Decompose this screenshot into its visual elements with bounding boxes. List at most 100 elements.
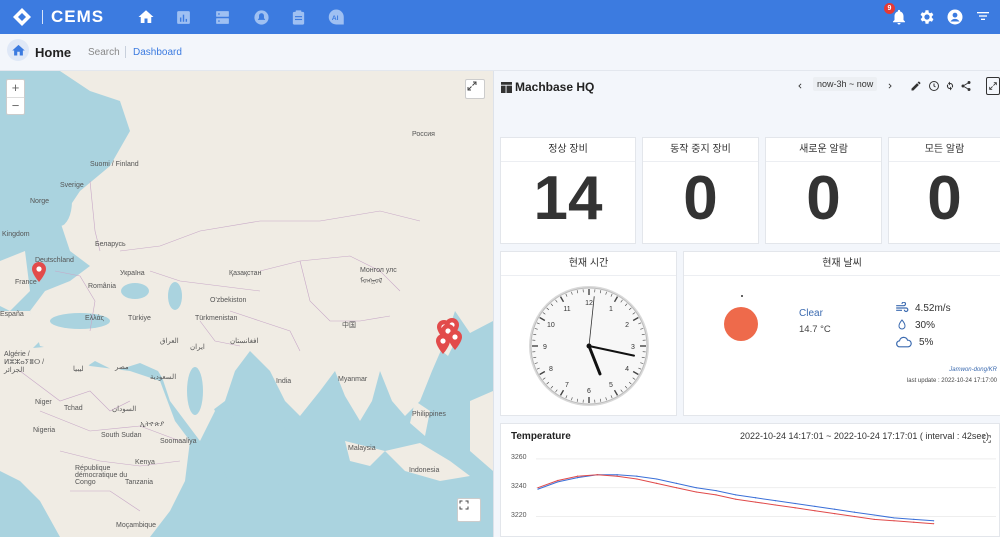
map-label: Türkiye xyxy=(128,315,151,322)
map-label: 中国 xyxy=(342,322,356,329)
nav-chart-icon[interactable] xyxy=(173,7,193,27)
temperature-chart-title: Temperature xyxy=(511,431,571,442)
temperature-data-point xyxy=(834,513,836,515)
weather-temperature: 14.7 °C xyxy=(799,324,831,335)
map-label: افغانستان xyxy=(230,338,259,345)
nav-home-icon[interactable] xyxy=(136,7,156,27)
map-label: السعودية xyxy=(150,374,177,381)
map-fullscreen-button[interactable] xyxy=(465,79,485,99)
temperature-data-point xyxy=(853,515,856,518)
stat-card-label: 정상 장비 xyxy=(501,138,635,162)
clock-numeral: 11 xyxy=(563,306,570,313)
device-map[interactable]: Россия Suomi / Finland Sverige Norge Kin… xyxy=(0,71,493,537)
map-label: Soomaaliya xyxy=(160,438,197,445)
map-label: Suomi / Finland xyxy=(90,161,139,168)
stat-card-value: 0 xyxy=(806,164,841,233)
temperature-data-point xyxy=(893,517,895,519)
map-label: Kingdom xyxy=(2,231,30,238)
sun-icon xyxy=(724,307,758,341)
nav-server-icon[interactable] xyxy=(212,7,232,27)
map-fit-bounds-button[interactable] xyxy=(457,498,481,522)
device-marker[interactable] xyxy=(32,262,46,282)
temperature-data-point xyxy=(695,487,697,489)
stat-card-stopped-devices: 동작 중지 장비 0 xyxy=(642,137,759,244)
user-account-icon[interactable] xyxy=(946,8,964,26)
temperature-data-point xyxy=(576,475,579,477)
map-label: مصر xyxy=(115,364,129,371)
stat-card-label: 새로운 알람 xyxy=(766,138,881,162)
temperature-data-point xyxy=(913,521,915,523)
y-tick-label: 3220 xyxy=(511,512,527,519)
nav-alarm-icon[interactable] xyxy=(251,7,271,27)
map-label: Algérie / ⵍⵣⵣⴰⵢⴻⵔ / الجزائر xyxy=(4,351,45,374)
clock-numeral: 6 xyxy=(587,388,591,395)
filter-menu-icon[interactable] xyxy=(975,8,993,26)
temperature-data-point xyxy=(794,507,796,509)
map-label: Россия xyxy=(412,131,435,138)
temperature-data-point xyxy=(675,482,678,484)
temperature-data-point xyxy=(636,478,638,480)
cloud-icon xyxy=(896,336,912,348)
temperature-data-point xyxy=(735,494,737,496)
map-label: Україна xyxy=(120,270,145,277)
map-label: Монгол улс ᠮᠣᠩᠭᠣᠯ xyxy=(360,267,397,285)
temperature-data-point xyxy=(814,505,816,507)
temperature-chart-range: 2022-10-24 14:17:01 ~ 2022-10-24 17:17:0… xyxy=(740,431,989,441)
weather-wind-row: 4.52m/s xyxy=(895,302,951,314)
time-clock-icon[interactable] xyxy=(927,79,941,93)
temperature-data-point xyxy=(933,520,935,522)
prev-range-chevron-icon[interactable] xyxy=(793,79,807,93)
map-label: العراق xyxy=(160,338,179,345)
temperature-data-point xyxy=(873,514,875,516)
temperature-data-point xyxy=(557,479,559,482)
svg-text:AI: AI xyxy=(332,15,339,22)
map-label: India xyxy=(276,378,292,385)
refresh-icon[interactable] xyxy=(943,79,957,93)
logo-divider xyxy=(42,10,43,24)
dashboard-fullscreen-icon[interactable] xyxy=(986,77,1000,95)
temperature-data-point xyxy=(735,498,737,500)
dashboard-icon xyxy=(501,82,512,93)
device-marker[interactable] xyxy=(436,334,450,354)
dashboard-title: Machbase HQ xyxy=(515,80,595,94)
breadcrumb-home-button[interactable] xyxy=(7,39,29,61)
next-range-chevron-icon[interactable] xyxy=(883,79,897,93)
temperature-data-point xyxy=(537,487,539,489)
stat-card-value: 0 xyxy=(927,164,962,233)
weather-last-update: last update : 2022-10-24 17:17:00 xyxy=(906,378,997,384)
droplet-icon xyxy=(898,319,906,330)
map-label: Norge xyxy=(30,198,50,205)
device-marker[interactable] xyxy=(448,330,462,350)
breadcrumb-dashboard-link[interactable]: Dashboard xyxy=(133,47,182,58)
map-label: O'zbekiston xyxy=(210,297,247,304)
weather-humidity-row: 30% xyxy=(895,319,935,331)
app-logo[interactable]: CEMS xyxy=(12,7,104,27)
clock-numeral: 10 xyxy=(547,322,555,329)
edit-pencil-icon[interactable] xyxy=(909,79,923,93)
nav-clipboard-icon[interactable] xyxy=(288,7,308,27)
clock-numeral: 7 xyxy=(565,382,569,389)
map-label: Moçambique xyxy=(116,522,157,529)
settings-gear-icon[interactable] xyxy=(918,8,936,26)
map-label: Indonesia xyxy=(409,467,440,474)
weather-humidity: 30% xyxy=(915,319,936,331)
chart-fullscreen-icon[interactable] xyxy=(982,431,992,443)
map-label: Беларусь xyxy=(95,241,126,248)
page-title: Home xyxy=(35,45,72,60)
temperature-chart-card: Temperature 2022-10-24 14:17:01 ~ 2022-1… xyxy=(500,423,1000,537)
nav-ai-icon[interactable]: AI xyxy=(327,7,347,27)
clock-center xyxy=(586,343,592,349)
notification-count-badge: 9 xyxy=(884,3,895,14)
map-label: Philippines xyxy=(412,411,446,418)
dashboard-panel: Machbase HQ now-3h ~ now 정상 장비 14 동작 중지 … xyxy=(493,71,1000,537)
map-label: Ελλάς xyxy=(85,315,104,322)
map-label: Kenya xyxy=(135,459,155,466)
map-label: السودان xyxy=(112,406,137,413)
share-icon[interactable] xyxy=(959,79,973,93)
time-range-selector[interactable]: now-3h ~ now xyxy=(813,77,878,91)
zoom-out-button[interactable]: − xyxy=(7,97,24,114)
zoom-in-button[interactable]: + xyxy=(7,80,24,97)
top-navbar: CEMS AI 9 xyxy=(0,0,1000,34)
breadcrumb-search-link[interactable]: Search xyxy=(88,47,120,58)
temperature-data-point xyxy=(794,502,796,505)
